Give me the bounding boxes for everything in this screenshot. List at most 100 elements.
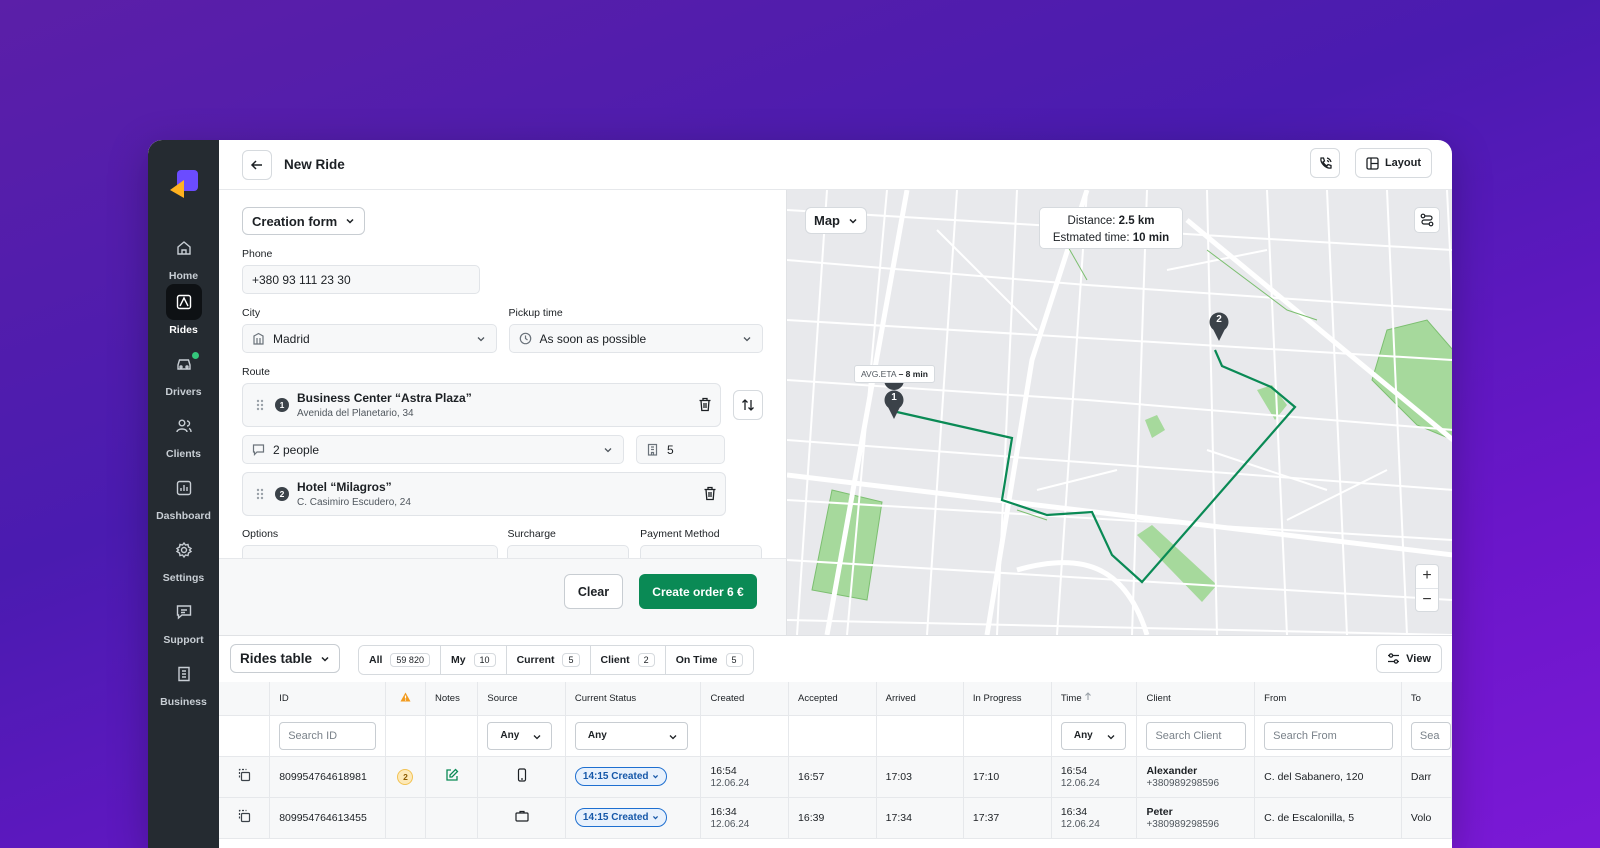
- column-header-created[interactable]: Created: [700, 682, 790, 716]
- sidebar-item-dashboard[interactable]: Dashboard: [148, 470, 219, 526]
- drag-handle-icon[interactable]: [255, 398, 265, 412]
- sidebar-item-home[interactable]: Home: [148, 230, 219, 286]
- phone-input[interactable]: +380 93 111 23 30: [242, 265, 480, 294]
- sidebar-item-label: Clients: [165, 448, 201, 460]
- avg-eta-tooltip: AVG.ETA – 8 min: [854, 365, 935, 383]
- column-header-status[interactable]: Current Status: [565, 682, 702, 716]
- swap-stops-button[interactable]: [733, 390, 763, 420]
- filter-tab-on-time[interactable]: On Time 5: [665, 646, 753, 674]
- table-title: Rides table: [240, 651, 313, 666]
- chevron-down-icon: [1107, 734, 1115, 739]
- time-filter-select[interactable]: Any: [1060, 721, 1126, 750]
- layout-button[interactable]: Layout: [1354, 148, 1432, 178]
- zoom-out-button[interactable]: −: [1416, 589, 1438, 612]
- search-client-input[interactable]: Search Client: [1146, 721, 1247, 750]
- column-header-time[interactable]: Time: [1051, 682, 1138, 716]
- status-badge[interactable]: 14:15 Created: [574, 767, 667, 786]
- surcharge-input[interactable]: [507, 545, 630, 558]
- filter-tab-client[interactable]: Client 2: [590, 646, 666, 674]
- copy-icon[interactable]: [237, 768, 251, 782]
- drag-handle-icon[interactable]: [255, 487, 265, 501]
- edit-note-icon[interactable]: [445, 768, 459, 782]
- table-selector-dropdown[interactable]: Rides table: [230, 644, 341, 673]
- column-header-from[interactable]: From: [1254, 682, 1402, 716]
- create-order-button[interactable]: Create order 6 €: [639, 574, 757, 609]
- map-mode-dropdown[interactable]: Map: [805, 207, 867, 234]
- sidebar-item-label: Home: [168, 270, 199, 282]
- map-canvas[interactable]: [787, 190, 1452, 635]
- search-id-input[interactable]: Search ID: [279, 721, 377, 750]
- sidebar-item-drivers[interactable]: Drivers: [148, 346, 219, 402]
- sidebar-item-business[interactable]: Business: [148, 656, 219, 712]
- column-header-arrived[interactable]: Arrived: [876, 682, 964, 716]
- form-scroll-area[interactable]: Creation form Phone +380 93 111 23 30 Ci…: [219, 190, 786, 558]
- back-button[interactable]: [242, 149, 272, 180]
- ride-time: 16:34: [1060, 805, 1088, 818]
- column-header-accepted[interactable]: Accepted: [788, 682, 877, 716]
- route-map-icon: [176, 294, 191, 310]
- chevron-down-icon: [652, 816, 658, 820]
- stop-title: Hotel “Milagros”: [297, 480, 392, 494]
- client-phone: +380989298596: [1146, 777, 1220, 789]
- copy-icon[interactable]: [237, 809, 251, 823]
- phone-value: +380 93 111 23 30: [252, 272, 351, 287]
- column-header-source[interactable]: Source: [477, 682, 566, 716]
- map-mode-label: Map: [814, 213, 840, 228]
- chevron-down-icon: [743, 337, 751, 342]
- trash-icon[interactable]: [698, 397, 712, 412]
- source-filter-select[interactable]: Any: [487, 721, 553, 750]
- map-panel[interactable]: 1 2 Map Distance: 2.5 km Estmated time: …: [786, 190, 1452, 635]
- avg-eta-label: AVG.ETA: [861, 369, 897, 379]
- column-header-notes[interactable]: Notes: [425, 682, 479, 716]
- users-icon: [175, 419, 192, 433]
- clear-button[interactable]: Clear: [564, 574, 623, 609]
- column-header-id[interactable]: ID: [269, 682, 386, 716]
- view-settings-button[interactable]: View: [1376, 644, 1442, 673]
- sidebar-item-support[interactable]: Support: [148, 594, 219, 650]
- pickup-time-label: Pickup time: [508, 307, 563, 319]
- accepted-time: 16:57: [788, 756, 877, 798]
- status-filter-select[interactable]: Any: [574, 721, 688, 750]
- pickup-time-select[interactable]: As soon as possible: [508, 324, 763, 353]
- search-from-input[interactable]: Search From: [1264, 721, 1394, 750]
- floor-input[interactable]: 5: [636, 435, 725, 464]
- table-row[interactable]: 809954764618981 2 14:15 Created 16:54 12.…: [219, 756, 1452, 798]
- filter-tab-all[interactable]: All 59 820: [359, 646, 441, 674]
- sidebar-item-settings[interactable]: Settings: [148, 532, 219, 588]
- filter-label: Client: [600, 654, 630, 666]
- column-header-in-progress[interactable]: In Progress: [963, 682, 1052, 716]
- trash-icon[interactable]: [703, 486, 717, 501]
- form-mode-dropdown[interactable]: Creation form: [242, 207, 366, 235]
- column-header-to[interactable]: To: [1401, 682, 1452, 716]
- route-stop-2[interactable]: 2 Hotel “Milagros” C. Casimiro Escudero,…: [242, 472, 726, 516]
- swap-vertical-icon: [742, 399, 755, 411]
- passengers-select[interactable]: 2 people: [242, 435, 624, 464]
- sidebar-item-label: Settings: [162, 572, 205, 584]
- filter-tab-my[interactable]: My 10: [440, 646, 507, 674]
- route-stop-1[interactable]: 1 Business Center “Astra Plaza” Avenida …: [242, 383, 722, 427]
- source-filter-value: Any: [500, 730, 520, 741]
- sidebar-item-clients[interactable]: Clients: [148, 408, 219, 464]
- car-icon: [176, 359, 191, 370]
- call-button[interactable]: [1310, 148, 1340, 178]
- filter-label: Current: [516, 654, 555, 666]
- status-filter-value: Any: [587, 730, 607, 741]
- route-toggle-button[interactable]: [1414, 207, 1440, 233]
- search-to-input[interactable]: Sea: [1410, 721, 1451, 750]
- in-progress-time: 17:10: [963, 756, 1052, 798]
- status-badge[interactable]: 14:15 Created: [574, 808, 667, 827]
- briefcase-icon: [515, 810, 529, 822]
- table-row[interactable]: 809954764613455 14:15 Created 16:34 12.06…: [219, 797, 1452, 839]
- from-address: C. del Sabanero, 120: [1254, 756, 1402, 798]
- column-header-client[interactable]: Client: [1136, 682, 1256, 716]
- created-time: 16:34: [710, 805, 737, 818]
- zoom-in-button[interactable]: +: [1416, 565, 1438, 589]
- payment-method-select[interactable]: [640, 545, 763, 558]
- sidebar-item-rides[interactable]: Rides: [148, 284, 219, 340]
- options-select[interactable]: [242, 545, 498, 558]
- phone-label: Phone: [242, 248, 273, 260]
- city-select[interactable]: Madrid: [242, 324, 497, 353]
- app-logo: [170, 170, 198, 198]
- filter-tab-current[interactable]: Current 5: [506, 646, 591, 674]
- chevron-down-icon: [652, 775, 658, 779]
